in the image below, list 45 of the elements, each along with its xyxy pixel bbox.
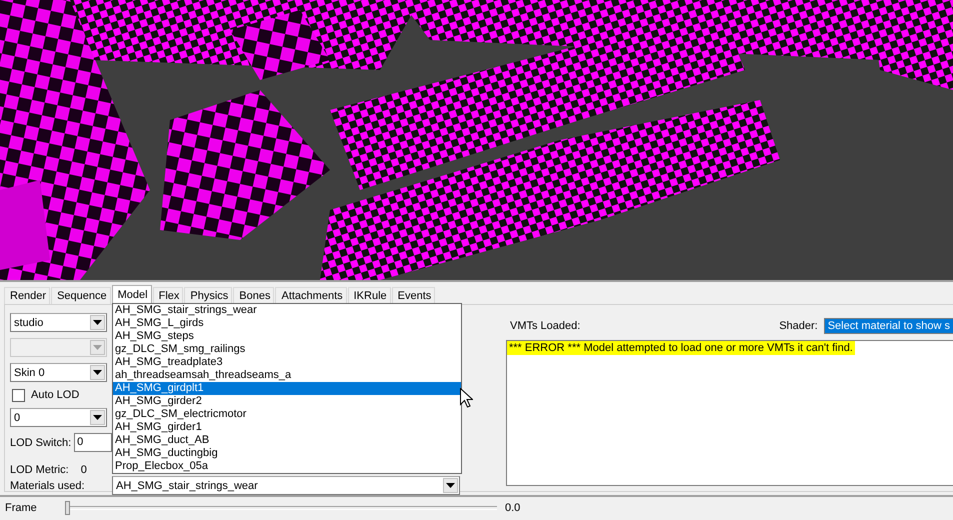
dropdown-option[interactable]: gz_DLC_SM_electricmotor — [113, 408, 461, 421]
dropdown-option[interactable]: AH_SMG_girder2 — [113, 395, 461, 408]
caret-icon — [93, 320, 102, 325]
shader-field[interactable]: Select material to show s — [824, 318, 953, 334]
dropdown-option[interactable]: AH_SMG_steps — [113, 330, 461, 343]
dropdown-option[interactable]: Prop_Elecbox_05a — [113, 460, 461, 473]
field-label: LOD Switch: — [10, 436, 72, 448]
tab[interactable]: Model — [112, 285, 152, 305]
field-label: VMTs Loaded: — [510, 320, 580, 332]
dropdown-option[interactable]: ah_threadseamsah_threadseams_a — [113, 369, 461, 382]
dropdown-option[interactable]: AH_SMG_girdplt1 — [113, 382, 461, 395]
field-label: Shader: — [779, 320, 818, 332]
field-label: Materials used: — [10, 480, 86, 492]
caret-icon — [93, 370, 102, 375]
frame-value: 0.0 — [505, 502, 520, 514]
dropdown-option[interactable]: AH_SMG_ductingbig — [113, 447, 461, 460]
checkbox-label[interactable]: Auto LOD — [31, 389, 80, 401]
tab[interactable]: Attachments — [275, 287, 347, 304]
tab[interactable]: Render — [4, 287, 50, 304]
caret-icon — [93, 415, 102, 420]
tab[interactable]: Events — [392, 287, 436, 304]
checkbox[interactable] — [12, 388, 25, 402]
input-field[interactable]: 0 — [74, 433, 112, 452]
dropdown[interactable]: Skin 0 — [10, 363, 107, 382]
dropdown-option[interactable]: AH_SMG_L_girds — [113, 317, 461, 330]
field-label: LOD Metric: — [10, 464, 69, 476]
field-label: Frame — [4, 502, 38, 514]
tab[interactable]: Flex — [152, 287, 184, 304]
tab[interactable]: Sequence — [51, 287, 111, 304]
error-message: *** ERROR *** Model attempted to load one or more VMTs it can't find. — [507, 341, 855, 355]
dropdown-option[interactable]: AH_SMG_duct_AB — [113, 434, 461, 447]
dropdown[interactable]: 0 — [10, 408, 107, 427]
dropdown-option[interactable]: AH_SMG_girder1 — [113, 421, 461, 434]
tab[interactable]: Physics — [184, 287, 232, 304]
tab[interactable]: Bones — [233, 287, 274, 304]
dropdown-option[interactable]: gz_DLC_SM_smg_railings — [113, 343, 461, 356]
dropdown-option[interactable]: AH_SMG_stair_strings_wear — [113, 304, 461, 317]
dropdown[interactable]: studio — [10, 313, 107, 332]
caret-icon — [93, 345, 102, 350]
caret-icon — [446, 483, 455, 488]
lod-metric-value: 0 — [80, 464, 87, 476]
dropdown[interactable]: AH_SMG_stair_strings_wear — [112, 476, 460, 495]
slider-thumb[interactable] — [65, 500, 70, 514]
dropdown-option[interactable]: AH_SMG_treadplate3 — [113, 356, 461, 369]
tab[interactable]: IKRule — [348, 287, 391, 304]
